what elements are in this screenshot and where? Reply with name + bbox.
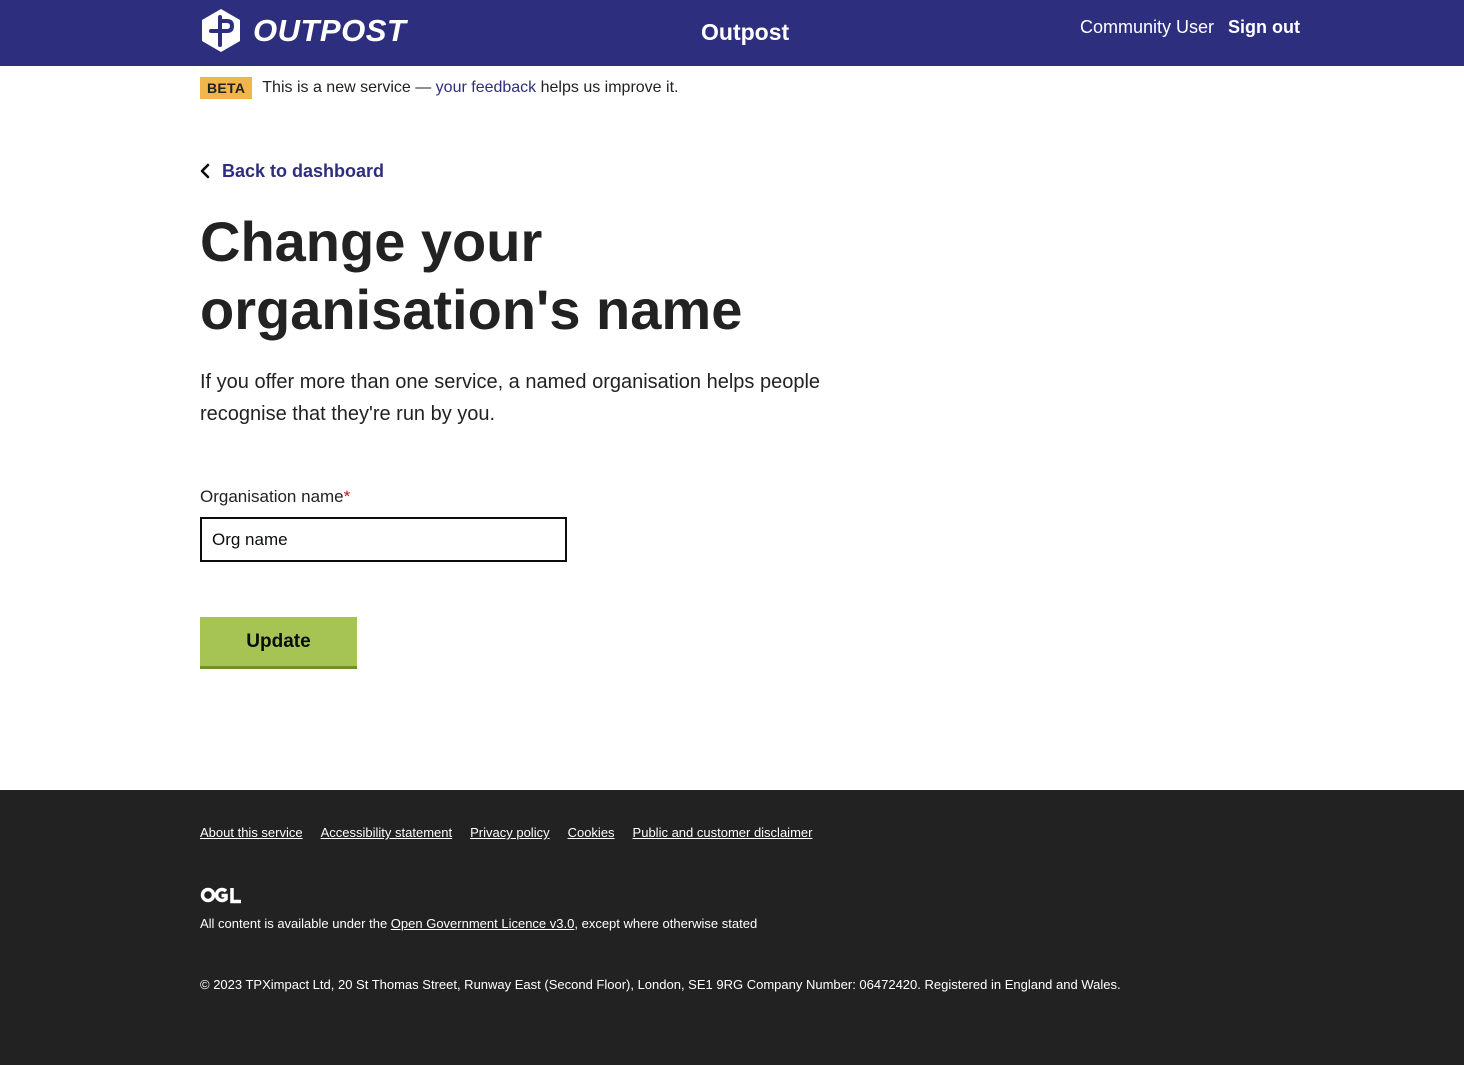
phase-text-before: This is a new service — [262, 79, 436, 96]
outpost-logo-icon [202, 9, 240, 52]
footer-link-accessibility[interactable]: Accessibility statement [321, 825, 453, 841]
user-name: Community User [1079, 17, 1215, 37]
copyright-text: © 2023 TPXimpact Ltd, 20 St Thomas Stree… [200, 977, 1121, 992]
chevron-left-icon [200, 163, 210, 179]
field-label-text: Organisation name [200, 487, 344, 506]
phase-banner-text: This is a new service — your feedback he… [262, 77, 678, 99]
beta-tag: BETA [200, 77, 253, 99]
site-header: OUTPOST Outpost Community User Sign out [0, 0, 1464, 66]
licence-text: All content is available under the Open … [200, 916, 757, 932]
organisation-name-label: Organisation name* [200, 486, 350, 508]
open-government-licence-link[interactable]: Open Government Licence v3.0 [391, 916, 575, 931]
footer-links: About this service Accessibility stateme… [200, 825, 830, 841]
update-button[interactable]: Update [200, 617, 357, 669]
page-title: Change your organisation's name [200, 210, 743, 341]
ogl-logo-icon [200, 887, 241, 904]
user-nav: Community User Sign out [1080, 16, 1300, 38]
footer-link-privacy[interactable]: Privacy policy [470, 825, 549, 841]
footer-link-cookies[interactable]: Cookies [568, 825, 615, 841]
back-to-dashboard-link[interactable]: Back to dashboard [200, 160, 384, 182]
service-name[interactable]: Outpost [701, 18, 789, 46]
organisation-name-input[interactable] [200, 517, 567, 562]
intro-text: If you offer more than one service, a na… [200, 371, 821, 425]
feedback-link[interactable]: your feedback [436, 79, 537, 96]
outpost-logo[interactable]: OUTPOST [200, 8, 406, 53]
logo-text: OUTPOST [253, 13, 407, 48]
footer-link-about[interactable]: About this service [200, 825, 303, 841]
site-footer: About this service Accessibility stateme… [0, 790, 1464, 1065]
sign-out-link[interactable]: Sign out [1228, 16, 1300, 38]
required-marker: * [343, 487, 351, 506]
phase-text-after: helps us improve it. [536, 79, 679, 96]
footer-link-disclaimer[interactable]: Public and customer disclaimer [633, 825, 813, 841]
back-link-label: Back to dashboard [222, 161, 385, 181]
licence-text-before: All content is available under the [200, 916, 391, 931]
phase-banner: BETA This is a new service — your feedba… [200, 77, 678, 99]
licence-text-after: , except where otherwise stated [574, 916, 758, 931]
